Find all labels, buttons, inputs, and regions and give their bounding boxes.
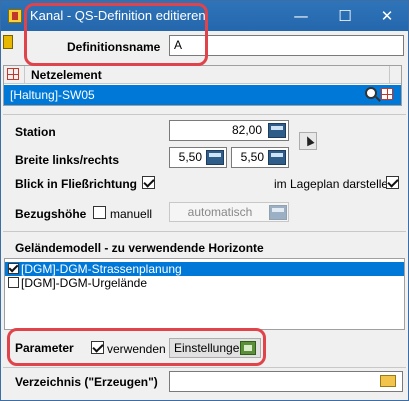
app-icon — [8, 9, 22, 23]
definition-row: Definitionsname A — [1, 31, 408, 61]
lageplan-checkbox[interactable] — [386, 176, 399, 189]
maximize-button[interactable]: ☐ — [323, 1, 367, 31]
divider — [3, 367, 406, 368]
blick-checkbox[interactable] — [142, 176, 155, 189]
einstellungen-label: Einstellungen — [174, 341, 247, 355]
definition-name-input[interactable]: A — [169, 35, 404, 56]
parameter-label: Parameter — [15, 341, 74, 355]
verzeichnis-label: Verzeichnis ("Erzeugen") — [15, 375, 158, 389]
verwenden-label: verwenden — [107, 342, 166, 356]
grid-select-icon[interactable] — [381, 88, 393, 100]
horizon-label: [DGM]-DGM-Urgelände — [21, 276, 148, 290]
breite-label: Breite links/rechts — [15, 153, 120, 167]
minimize-button[interactable]: — — [279, 1, 323, 31]
blick-label: Blick in Fließrichtung — [15, 177, 138, 191]
minimize-icon: — — [293, 7, 309, 25]
list-item[interactable]: [DGM]-DGM-Urgelände — [5, 276, 404, 290]
horizons-list[interactable]: [DGM]-DGM-Strassenplanung [DGM]-DGM-Urge… — [4, 258, 405, 330]
calculator-icon[interactable] — [206, 150, 224, 165]
station-label: Station — [15, 125, 56, 139]
lageplan-label: im Lageplan darstellen — [274, 177, 395, 191]
close-button[interactable]: ✕ — [365, 1, 409, 31]
dialog-window: Kanal - QS-Definition editieren — ☐ ✕ De… — [0, 0, 409, 401]
row-icons — [365, 87, 395, 103]
divider — [3, 231, 406, 232]
verwenden-checkbox[interactable] — [91, 341, 104, 354]
window-title: Kanal - QS-Definition editieren — [30, 8, 206, 23]
netzelement-table: Netzelement [Haltung]-SW05 — [3, 65, 402, 106]
netzelement-column-header[interactable]: Netzelement — [24, 66, 390, 84]
horizon-checkbox[interactable] — [8, 263, 19, 274]
netzelement-row[interactable]: [Haltung]-SW05 — [4, 85, 401, 105]
divider — [3, 114, 406, 115]
manuell-label: manuell — [110, 207, 153, 221]
gelaende-title: Geländemodell - zu verwendende Horizonte — [15, 241, 264, 255]
pick-pointer-icon[interactable] — [299, 132, 317, 150]
calculator-icon[interactable] — [268, 123, 286, 138]
manuell-checkbox[interactable] — [93, 206, 106, 219]
close-icon: ✕ — [380, 7, 394, 25]
netzelement-value: [Haltung]-SW05 — [10, 88, 95, 102]
edit-icon — [3, 35, 13, 49]
title-bar[interactable]: Kanal - QS-Definition editieren — ☐ ✕ — [1, 1, 408, 31]
horizon-label: [DGM]-DGM-Strassenplanung — [21, 262, 182, 276]
einstellungen-button[interactable]: Einstellungen — [169, 338, 261, 358]
netzelement-header: Netzelement — [4, 66, 401, 84]
maximize-icon: ☐ — [338, 7, 352, 25]
search-icon[interactable] — [365, 87, 377, 99]
grid-icon[interactable] — [7, 68, 19, 80]
settings-icon — [240, 341, 256, 355]
definition-name-label: Definitionsname — [67, 40, 161, 54]
calculator-icon[interactable] — [268, 150, 286, 165]
horizon-checkbox[interactable] — [8, 277, 19, 288]
list-item[interactable]: [DGM]-DGM-Strassenplanung — [5, 262, 404, 276]
calculator-icon — [269, 205, 287, 220]
folder-icon[interactable] — [380, 375, 396, 387]
verzeichnis-input[interactable] — [169, 371, 403, 392]
bezug-label: Bezugshöhe — [15, 207, 87, 221]
